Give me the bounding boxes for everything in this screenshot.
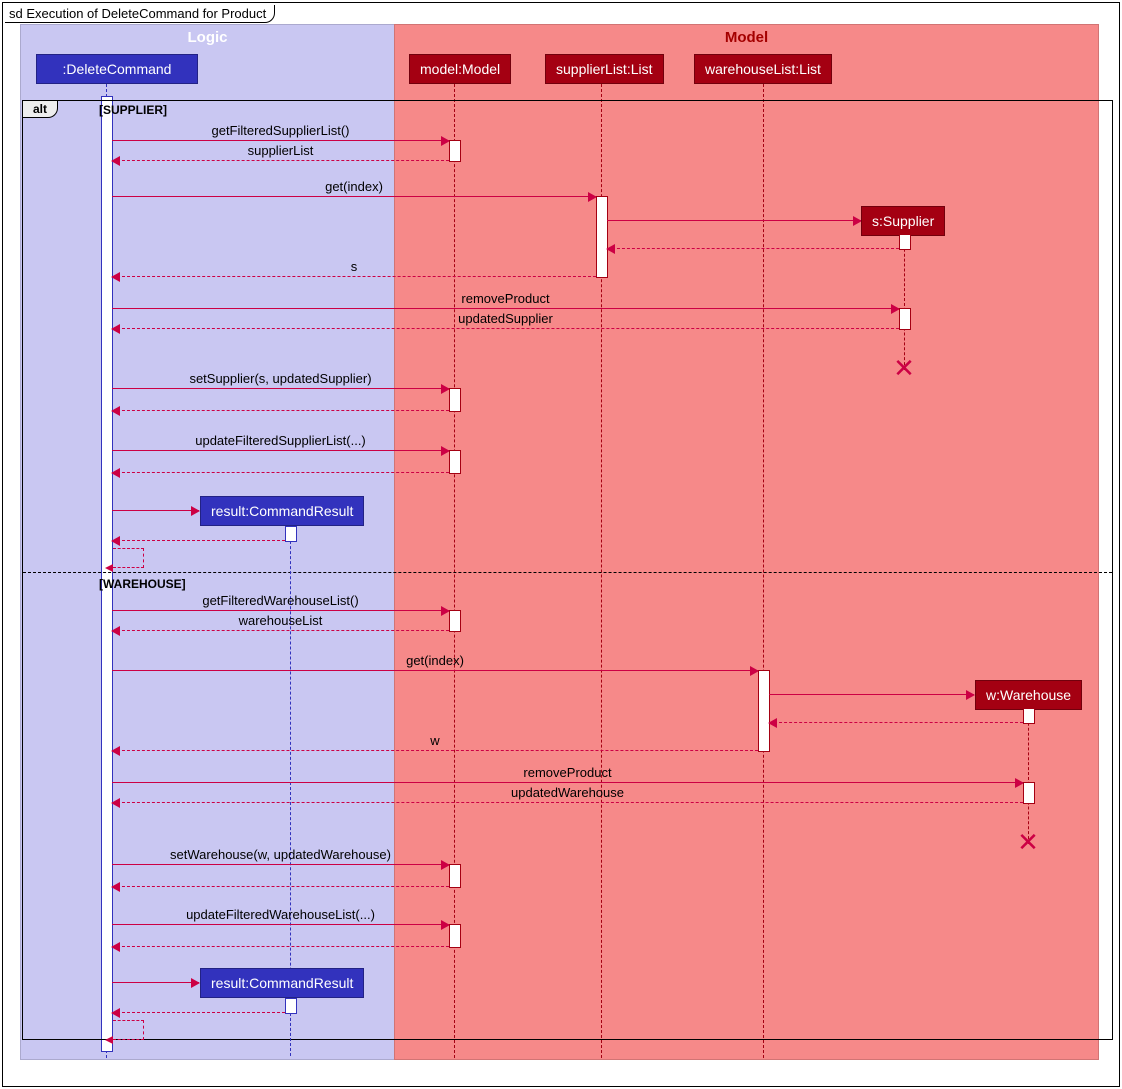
return-supplier-list: supplierList: [112, 160, 449, 161]
activation-model-5: [449, 864, 461, 888]
return-warehouse-list: warehouseList: [112, 630, 449, 631]
msg-create-result-2: [112, 982, 199, 983]
msg-update-filtered-supplier-list: updateFilteredSupplierList(...): [112, 450, 449, 451]
return-create-warehouse: [769, 722, 1023, 723]
activation-result-1: [285, 526, 297, 542]
self-return-2: [113, 1020, 144, 1040]
activation-w-warehouse-1: [1023, 708, 1035, 724]
destroy-s-supplier: ✕: [893, 355, 915, 381]
msg-get-filtered-supplier-list: getFilteredSupplierList(): [112, 140, 449, 141]
alt-divider: [23, 572, 1112, 573]
self-return-1: [113, 548, 144, 568]
participant-result-1: result:CommandResult: [200, 496, 364, 526]
msg-set-warehouse: setWarehouse(w, updatedWarehouse): [112, 864, 449, 865]
activation-model-4: [449, 610, 461, 632]
activation-model-6: [449, 924, 461, 948]
alt-frame: alt [SUPPLIER] [WAREHOUSE]: [22, 100, 1113, 1040]
activation-result-2: [285, 998, 297, 1014]
activation-supplier-list: [596, 196, 608, 278]
msg-get-index-supplier: get(index): [112, 196, 596, 197]
participant-s-supplier: s:Supplier: [861, 206, 945, 236]
msg-create-warehouse: [769, 694, 974, 695]
return-update-filtered-warehouse-list: [112, 946, 449, 947]
participant-result-2: result:CommandResult: [200, 968, 364, 998]
msg-remove-product-warehouse: removeProduct: [112, 782, 1023, 783]
msg-create-result-1: [112, 510, 199, 511]
sd-frame-title: sd Execution of DeleteCommand for Produc…: [5, 5, 275, 23]
activation-s-supplier-1: [899, 234, 911, 250]
activation-model-2: [449, 388, 461, 412]
msg-remove-product-supplier: removeProduct: [112, 308, 899, 309]
return-set-warehouse: [112, 886, 449, 887]
return-updated-supplier: updatedSupplier: [112, 328, 899, 329]
msg-set-supplier: setSupplier(s, updatedSupplier): [112, 388, 449, 389]
participant-w-warehouse: w:Warehouse: [975, 680, 1082, 710]
activation-model-3: [449, 450, 461, 474]
msg-get-index-warehouse: get(index): [112, 670, 758, 671]
activation-w-warehouse-2: [1023, 782, 1035, 804]
msg-get-filtered-warehouse-list: getFilteredWarehouseList(): [112, 610, 449, 611]
return-set-supplier: [112, 410, 449, 411]
return-create-supplier: [607, 248, 899, 249]
package-logic-label: Logic: [21, 29, 394, 46]
participant-supplier-list: supplierList:List: [545, 54, 664, 84]
participant-warehouse-list: warehouseList:List: [694, 54, 832, 84]
return-create-result-1: [112, 540, 285, 541]
msg-create-supplier: [607, 220, 861, 221]
return-updated-warehouse: updatedWarehouse: [112, 802, 1023, 803]
activation-s-supplier-2: [899, 308, 911, 330]
alt-label: alt: [23, 101, 58, 118]
return-create-result-2: [112, 1012, 285, 1013]
guard-supplier: [SUPPLIER]: [99, 103, 167, 117]
activation-warehouse-list: [758, 670, 770, 752]
lifeline-w-warehouse: [1028, 708, 1029, 844]
participant-delete-command: :DeleteCommand: [36, 54, 198, 84]
return-w: w: [112, 750, 758, 751]
return-s: s: [112, 276, 596, 277]
return-update-filtered-supplier-list: [112, 472, 449, 473]
destroy-w-warehouse: ✕: [1017, 829, 1039, 855]
msg-update-filtered-warehouse-list: updateFilteredWarehouseList(...): [112, 924, 449, 925]
participant-model: model:Model: [409, 54, 511, 84]
guard-warehouse: [WAREHOUSE]: [99, 577, 186, 591]
activation-model-1: [449, 140, 461, 162]
lifeline-s-supplier: [904, 234, 905, 370]
package-model-label: Model: [395, 29, 1098, 46]
